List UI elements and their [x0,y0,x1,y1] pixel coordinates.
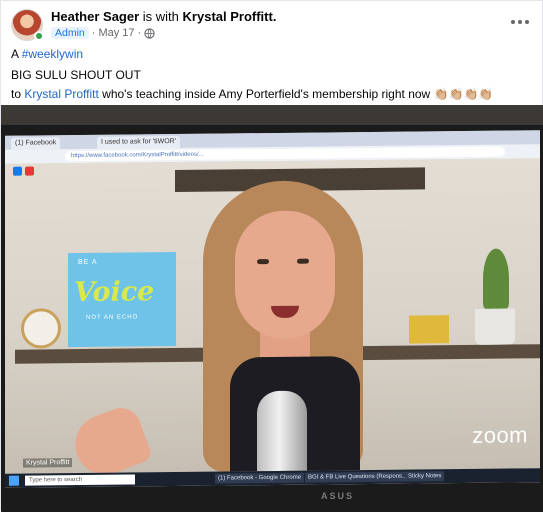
text-prefix: to [11,87,25,101]
microphone [257,390,307,474]
post-header: Heather Sager is with Krystal Proffitt. … [11,9,534,43]
poster-bottom-text: NOT AN ECHO [86,314,139,321]
monitor-brand-logo: ASUS [321,491,355,501]
hashtag-link[interactable]: #weeklywin [22,47,83,61]
taskbar-search: Type here to search [25,474,135,486]
more-horizontal-icon[interactable] [510,17,530,27]
post-text-line3: to Krystal Proffitt who's teaching insid… [11,87,493,101]
monitor: (1) Facebook I used to ask for 'tiWOR' h… [1,125,543,512]
with-text: is with [142,9,179,24]
clapping-emoji: 👏🏼👏🏼👏🏼👏🏼 [433,87,494,101]
video-overlay-icons [13,166,34,176]
meta-separator: · [137,27,142,39]
browser-tab: I used to ask for 'tiWOR' [97,135,181,149]
feed-post: Heather Sager is with Krystal Proffitt. … [0,0,543,512]
post-photo[interactable]: (1) Facebook I used to ask for 'tiWOR' h… [1,105,543,512]
poster: BE A Voice NOT AN ECHO [68,252,176,348]
monitor-screen: (1) Facebook I used to ask for 'tiWOR' h… [5,130,540,488]
post-text-line2: BIG SULU SHOUT OUT [11,68,141,82]
tagged-person[interactable]: Krystal Proffitt. [183,9,277,24]
plant-pot [475,308,515,345]
poster-main-text: Voice [74,276,155,309]
person-face [235,210,335,340]
post-text-line1: A #weeklywin [11,47,83,61]
text-suffix: who's teaching inside Amy Porterfield's … [98,87,431,101]
admin-badge: Admin [51,27,89,39]
post-author-line: Heather Sager is with Krystal Proffitt. [51,9,276,24]
video-caption: Krystal Proffitt [23,458,73,468]
windows-start-icon [9,475,19,486]
browser-tab: (1) Facebook [11,137,61,150]
alarm-clock [21,308,61,349]
person-hand [66,402,154,474]
zoom-video: BE A Voice NOT AN ECHO zoom Krystal Prof… [5,158,540,474]
poster-top-text: BE A [78,258,98,267]
text-prefix: A [11,47,22,61]
post-meta: Admin · May 17 · [51,27,155,39]
online-status-dot [34,31,44,41]
post-date[interactable]: May 17 [98,27,134,39]
facebook-icon [13,166,22,176]
zoom-logo: zoom [472,422,528,448]
live-icon [25,166,34,176]
plant [483,248,509,309]
author-name[interactable]: Heather Sager [51,9,139,24]
taskbar-item: BGI & FB Live Questions (Respons... [305,471,411,483]
mention-link[interactable]: Krystal Proffitt [24,87,98,101]
globe-icon [144,27,155,39]
meta-separator: · [91,27,96,39]
taskbar-item: Sticky Notes [405,471,445,482]
person-eye [297,258,309,264]
author-avatar[interactable] [11,9,44,41]
taskbar-item: (1) Facebook - Google Chrome [215,472,305,484]
person-eye [257,259,269,265]
award-plaque [409,315,449,344]
